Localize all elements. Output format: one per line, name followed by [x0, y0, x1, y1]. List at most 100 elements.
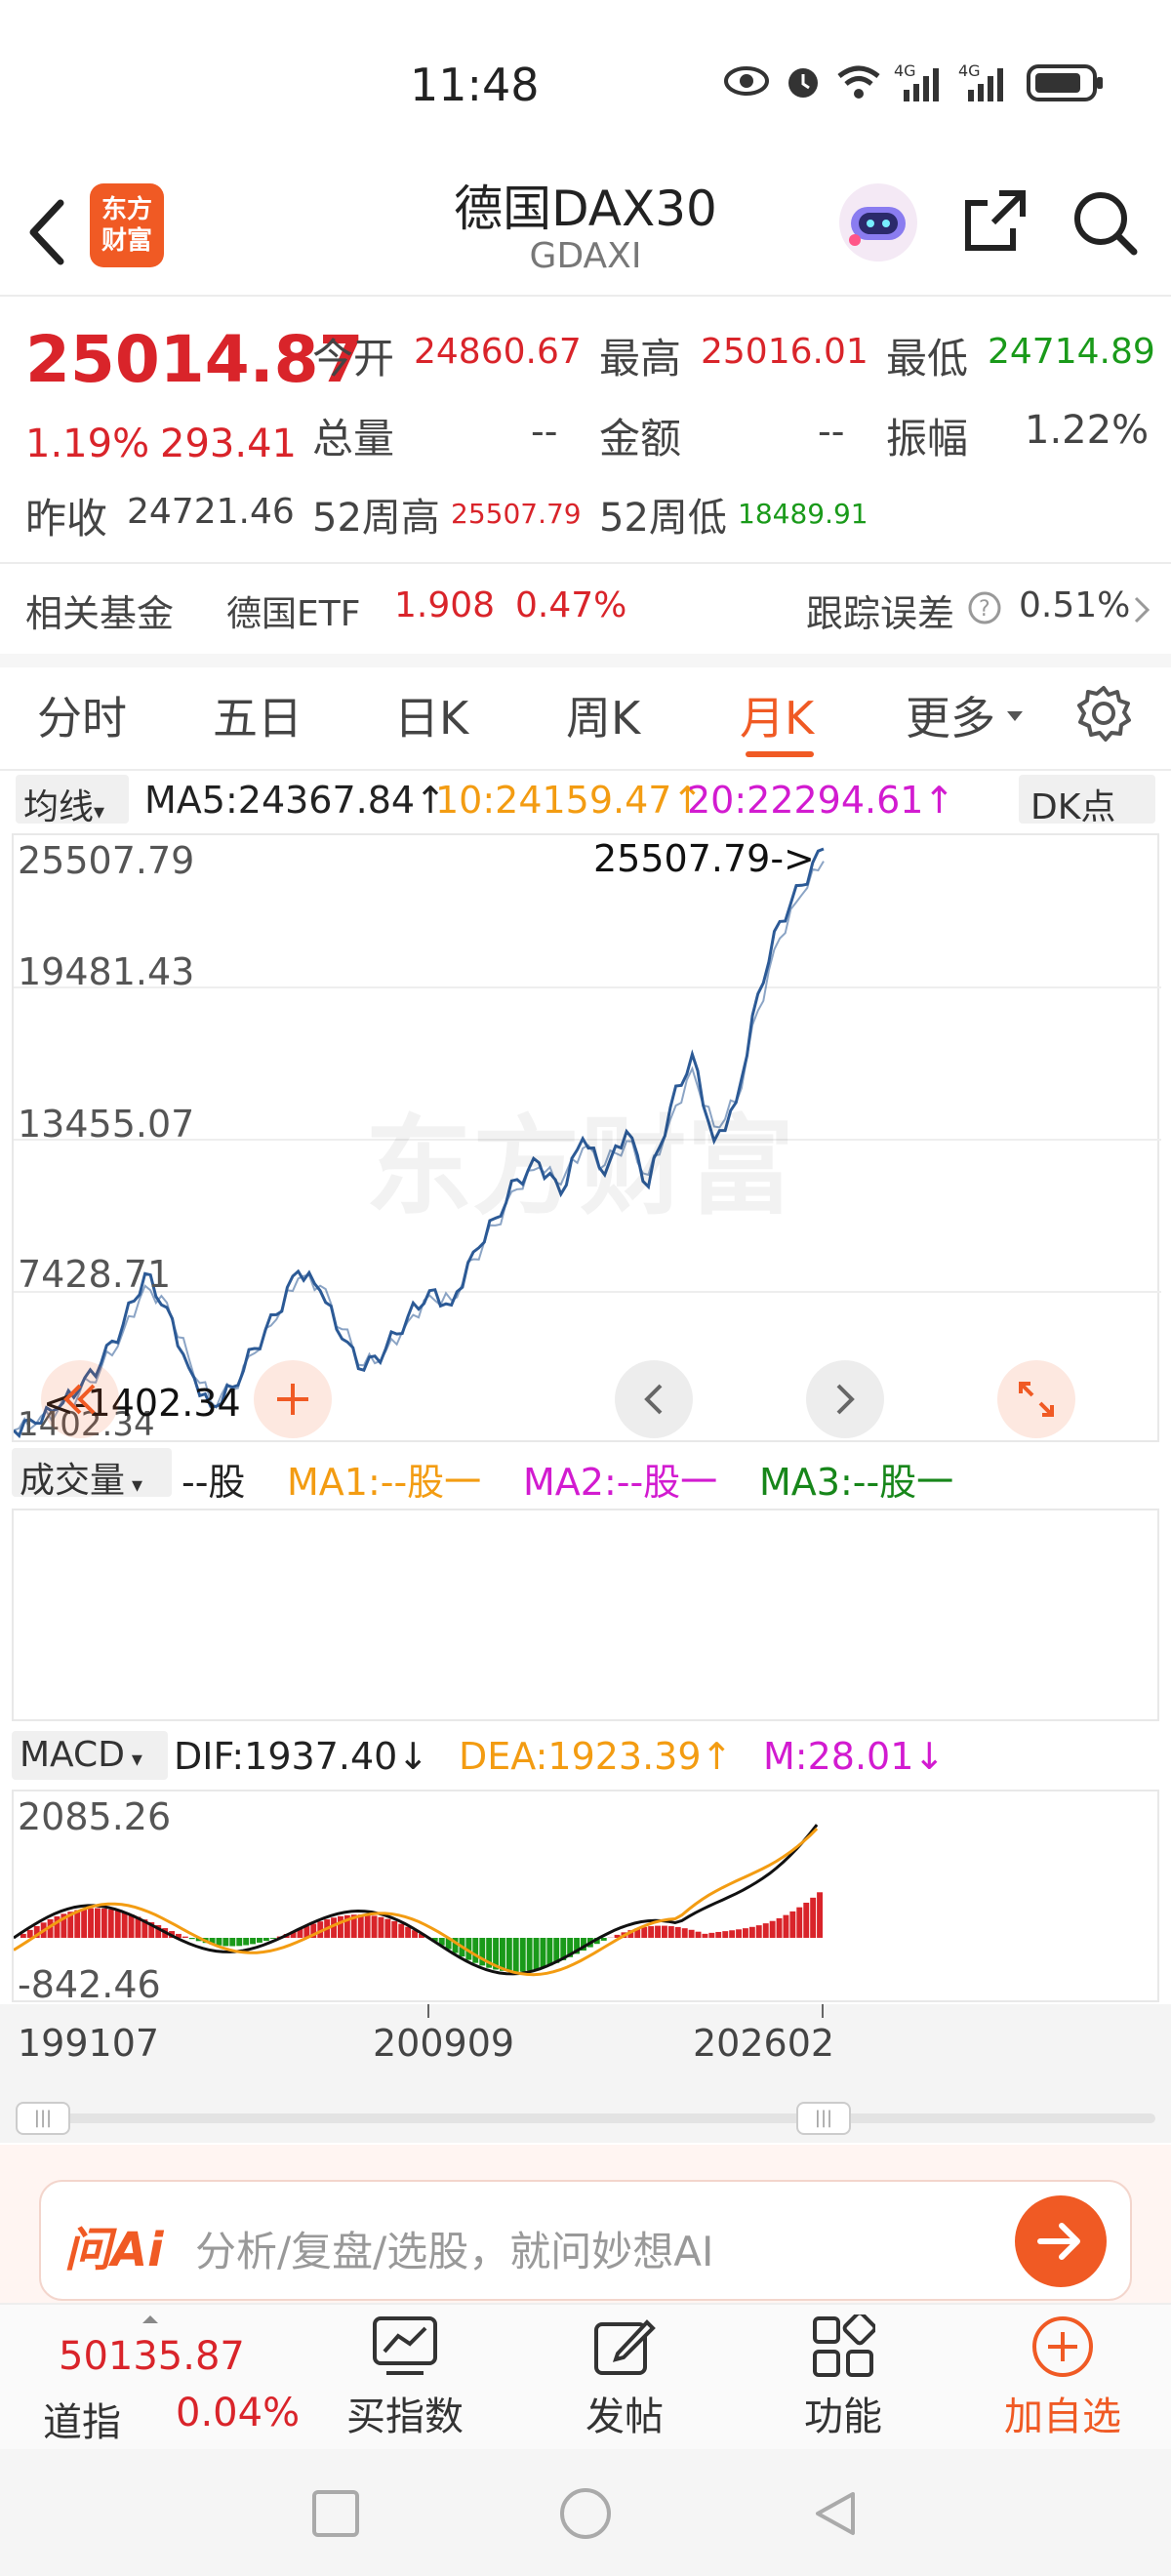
- share-icon[interactable]: [960, 185, 1030, 260]
- macd-bar: [533, 1938, 540, 1970]
- zoom-in-icon[interactable]: [254, 1360, 332, 1438]
- nav-functions[interactable]: 功能: [785, 2314, 902, 2441]
- macd-dif: DIF:1937.40↓: [174, 1735, 429, 1778]
- macd-bar: [519, 1938, 526, 1972]
- macd-bar: [755, 1925, 762, 1939]
- status-bar: 11:48 4G 4G: [0, 0, 1171, 166]
- macd-bar: [257, 1938, 262, 1943]
- tab-more[interactable]: 更多: [906, 683, 995, 747]
- rewind-icon[interactable]: [41, 1360, 119, 1438]
- macd-bar: [357, 1914, 364, 1939]
- macd-bar: [512, 1938, 519, 1972]
- ai-placeholder: 分析/复盘/选股，就问妙想AI: [195, 2228, 714, 2275]
- macd-bar: [688, 1929, 695, 1938]
- price-chart[interactable]: 东方财富 25507.79 19481.43 13455.07 7428.71 …: [12, 833, 1161, 1444]
- macd-bar: [107, 1909, 114, 1939]
- macd-bar: [378, 1916, 384, 1938]
- nav-buy-index[interactable]: 买指数: [342, 2314, 468, 2441]
- macd-selector[interactable]: MACD ▾: [12, 1731, 168, 1780]
- back-nav-icon[interactable]: [810, 2488, 861, 2543]
- help-icon[interactable]: ?: [968, 591, 1001, 628]
- tracking-error-value: 0.51%: [1019, 585, 1131, 625]
- volume-selector[interactable]: 成交量 ▾: [12, 1448, 172, 1501]
- macd-bar: [783, 1914, 789, 1939]
- macd-chart[interactable]: 2085.26 -842.46: [12, 1790, 1159, 2006]
- related-fund-row[interactable]: 相关基金 德国ETF 1.908 0.47% 跟踪误差 ? 0.51%: [0, 564, 1171, 654]
- status-time: 11:48: [410, 59, 540, 111]
- macd-bar: [269, 1938, 276, 1939]
- macd-bar: [391, 1920, 398, 1939]
- macd-bar: [81, 1909, 88, 1939]
- macd-bar: [817, 1892, 823, 1938]
- svg-text:4G: 4G: [958, 61, 981, 80]
- macd-bar: [114, 1911, 121, 1939]
- ai-search-box[interactable]: 问Ai 分析/复盘/选股，就问妙想AI: [39, 2180, 1132, 2301]
- ma-selector[interactable]: 均线▾: [16, 775, 129, 827]
- fullscreen-icon[interactable]: [997, 1360, 1075, 1438]
- volume-chart[interactable]: [12, 1509, 1159, 1721]
- macd-bar: [222, 1938, 229, 1947]
- macd-bar: [384, 1918, 391, 1939]
- tab-day-k[interactable]: 日K: [394, 683, 468, 747]
- dow-pct[interactable]: 0.04%: [176, 2391, 300, 2435]
- macd-bar: [243, 1938, 250, 1946]
- prev-close-value: 24721.46: [127, 492, 295, 532]
- macd-bar: [74, 1910, 81, 1939]
- week52-low-value: 18489.91: [738, 498, 868, 530]
- nav-post[interactable]: 发帖: [566, 2314, 683, 2441]
- macd-bar: [398, 1923, 405, 1938]
- macd-bar: [681, 1928, 688, 1938]
- settings-gear-icon[interactable]: [1073, 683, 1134, 747]
- fund-name[interactable]: 德国ETF: [226, 585, 360, 636]
- bottom-nav: 50135.87 道指 0.04% 买指数 发帖 功能 加自选: [0, 2303, 1171, 2449]
- chart-trend-icon: [373, 2316, 437, 2375]
- scroll-left-icon[interactable]: [615, 1360, 693, 1438]
- slider-handle-left[interactable]: |||: [16, 2102, 70, 2135]
- tab-fenshi[interactable]: 分时: [37, 683, 127, 747]
- nav-add-watchlist[interactable]: 加自选: [999, 2314, 1126, 2441]
- grid-icon: [813, 2314, 875, 2377]
- week52-high-value: 25507.79: [451, 498, 582, 530]
- macd-chart-svg: [14, 1824, 823, 1977]
- macd-bar: [708, 1932, 715, 1938]
- watermark: 东方财富: [365, 1105, 794, 1229]
- vol-ma3: MA3:--股一: [759, 1461, 954, 1504]
- dow-name[interactable]: 道指: [43, 2391, 121, 2447]
- low-label: 最低: [886, 335, 969, 382]
- y-tick-label: 19481.43: [18, 950, 195, 993]
- range-slider[interactable]: ||| |||: [0, 2094, 1171, 2143]
- tab-month-k[interactable]: 月K: [740, 683, 814, 747]
- prev-close-label: 昨收: [25, 495, 108, 543]
- macd-bar: [641, 1926, 648, 1938]
- macd-bar: [695, 1931, 702, 1938]
- macd-bar: [128, 1914, 135, 1939]
- macd-y-bottom: -842.46: [18, 1963, 161, 2006]
- arrow-right-icon[interactable]: [1015, 2195, 1107, 2287]
- dow-value[interactable]: 50135.87: [59, 2334, 245, 2379]
- wifi-icon: [835, 62, 882, 105]
- home-icon[interactable]: [558, 2486, 613, 2545]
- slider-handle-right[interactable]: |||: [796, 2102, 851, 2135]
- tracking-error-label: 跟踪误差: [806, 592, 955, 635]
- recent-apps-icon[interactable]: [310, 2488, 361, 2543]
- macd-bar: [88, 1908, 94, 1938]
- section-gap: [0, 654, 1171, 667]
- high-value: 25016.01: [701, 332, 868, 372]
- macd-bar: [648, 1926, 655, 1938]
- tab-five-day[interactable]: 五日: [213, 683, 303, 747]
- up-caret-icon: [141, 2311, 160, 2329]
- macd-bar: [188, 1938, 195, 1940]
- tab-week-k[interactable]: 周K: [566, 683, 640, 747]
- fund-price: 1.908: [394, 585, 496, 625]
- ai-robot-icon[interactable]: [837, 181, 919, 263]
- x-tick-label: 199107: [18, 2022, 160, 2065]
- macd-bar: [796, 1907, 803, 1938]
- system-nav-bar: [0, 2449, 1171, 2576]
- search-icon[interactable]: [1070, 187, 1140, 262]
- macd-bar: [364, 1914, 371, 1939]
- macd-bar: [803, 1902, 810, 1938]
- open-label: 今开: [312, 335, 395, 382]
- scroll-right-icon[interactable]: [806, 1360, 884, 1438]
- macd-bar: [338, 1915, 343, 1939]
- dk-point-selector[interactable]: DK点: [1019, 775, 1155, 827]
